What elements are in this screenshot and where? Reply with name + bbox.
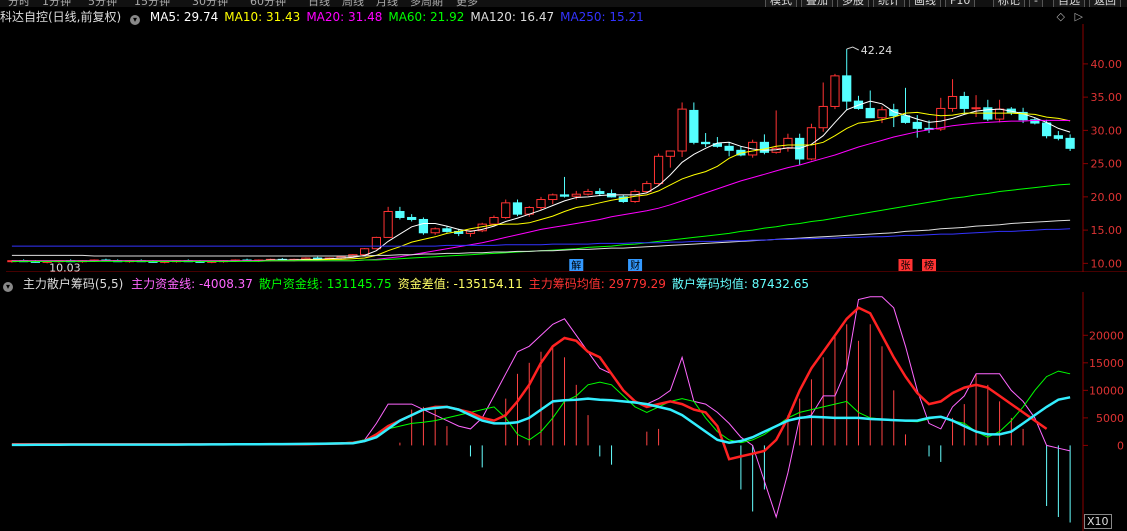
zoom-button[interactable]: X10 xyxy=(1084,514,1112,529)
indicator-tick-label: 0 xyxy=(1117,439,1124,452)
indicator-tick-label: 10000 xyxy=(1089,384,1124,397)
indicator-chart: 0 5000 10000 15000 20000 xyxy=(11,292,1124,531)
indicator-tick-label: 15000 xyxy=(1089,357,1124,370)
indicator-tick-label: 20000 xyxy=(1089,329,1124,342)
indicator-tick-label: 5000 xyxy=(1096,412,1124,425)
